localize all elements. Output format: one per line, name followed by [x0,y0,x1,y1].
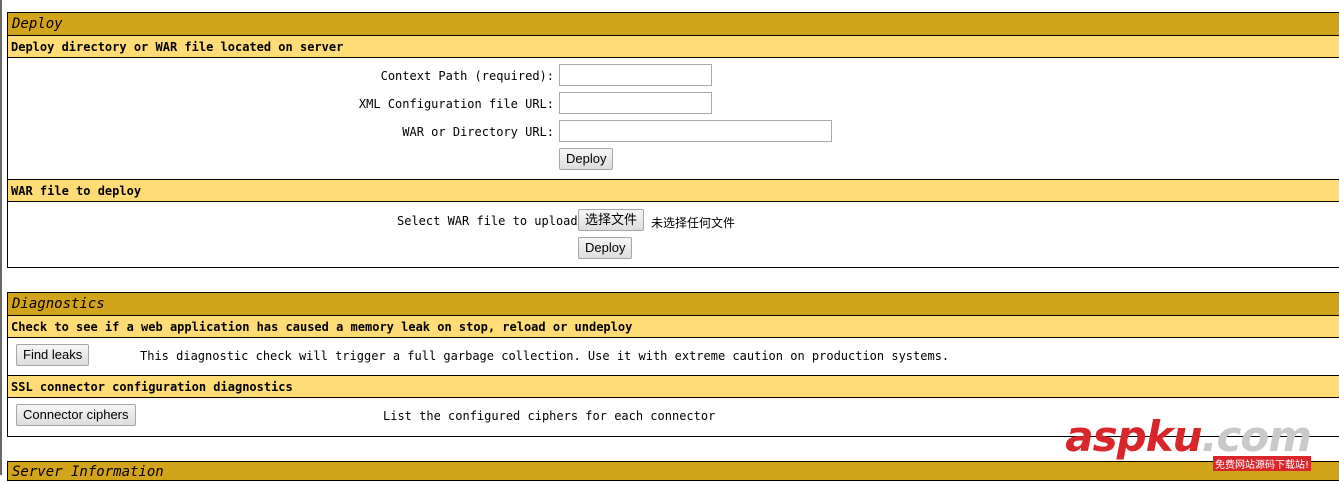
watermark-brand-b: ku [1145,412,1203,461]
context-path-input[interactable] [559,64,712,86]
xml-config-input[interactable] [559,92,712,114]
watermark-brand-a: asp [1065,412,1146,461]
connector-ciphers-button[interactable]: Connector ciphers [16,404,136,426]
war-upload-title: WAR file to deploy [8,180,1339,202]
no-file-chosen-text: 未选择任何文件 [651,216,736,230]
server-info-title: Server Information [7,461,1339,481]
find-leaks-button[interactable]: Find leaks [16,344,90,366]
context-path-label: Context Path (required): [380,69,554,83]
deploy-server-button[interactable]: Deploy [559,148,614,170]
watermark-brand-c: .com [1201,412,1312,461]
memory-leak-row: Find leaks This diagnostic check will tr… [8,338,1339,376]
deploy-title: Deploy [8,13,1339,36]
ssl-diagnostics-title: SSL connector configuration diagnostics [8,376,1339,398]
deploy-server-form: Context Path (required): XML Configurati… [8,58,1339,180]
deploy-upload-button[interactable]: Deploy [578,237,633,259]
war-url-label: WAR or Directory URL: [402,125,554,139]
war-upload-form: Select WAR file to upload 选择文件 未选择任何文件 D… [8,202,1339,267]
aspku-watermark: aspku.com 免费网站源码下载站! [1065,416,1312,471]
xml-config-label: XML Configuration file URL: [358,97,554,111]
choose-file-button[interactable]: 选择文件 [578,209,645,231]
deploy-server-title: Deploy directory or WAR file located on … [8,36,1339,58]
connector-ciphers-description: List the configured ciphers for each con… [383,409,716,423]
select-war-label: Select WAR file to upload [397,214,578,228]
find-leaks-description: This diagnostic check will trigger a ful… [140,349,950,363]
war-url-input[interactable] [559,120,832,142]
watermark-tagline: 免费网站源码下载站! [1212,456,1311,471]
deploy-section: Deploy Deploy directory or WAR file loca… [7,12,1339,268]
memory-leak-title: Check to see if a web application has ca… [8,316,1339,338]
window-edge [0,0,2,475]
diagnostics-title: Diagnostics [8,293,1339,316]
